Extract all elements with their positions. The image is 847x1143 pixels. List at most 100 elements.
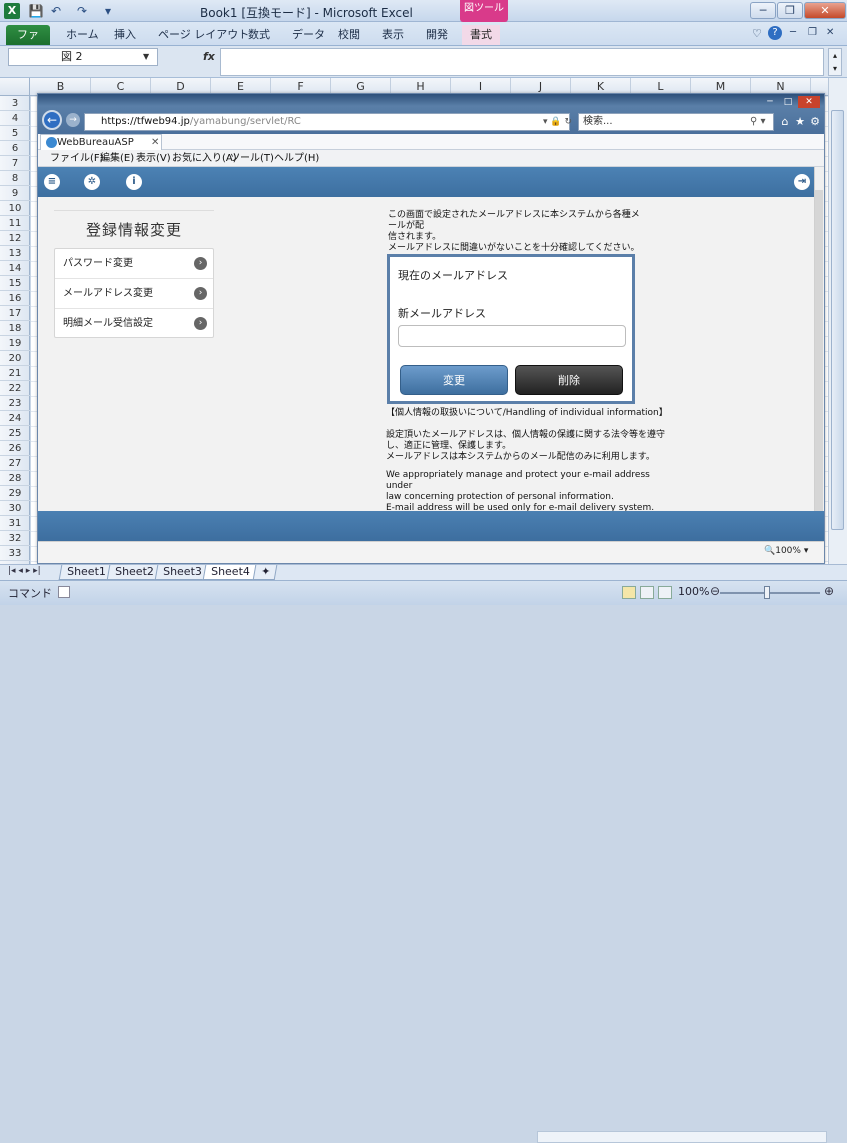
customize-qat-icon[interactable]: ▾ [100,3,116,19]
normal-view-icon[interactable] [622,586,636,599]
horizontal-scrollbar[interactable] [537,1131,827,1143]
new-email-input[interactable] [398,325,626,347]
macro-record-icon[interactable] [58,586,70,598]
undo-icon[interactable]: ↶ [48,3,64,19]
row-header[interactable]: 16 [0,291,30,306]
zoom-level[interactable]: 100% [678,585,709,598]
forward-icon[interactable]: → [66,113,80,127]
menu-item-email-change[interactable]: メールアドレス変更 › [55,279,213,309]
row-header[interactable]: 18 [0,321,30,336]
change-button[interactable]: 変更 [400,365,508,395]
row-header[interactable]: 20 [0,351,30,366]
info-icon[interactable]: i [126,174,142,190]
row-header[interactable]: 3 [0,96,30,111]
menu-icon[interactable]: ≡ [44,174,60,190]
lock-refresh-icon[interactable]: ▾ 🔒 ↻ [543,113,572,131]
menu-tools[interactable]: ツール(T) [230,150,274,167]
row-header[interactable]: 24 [0,411,30,426]
row-header[interactable]: 14 [0,261,30,276]
delete-button[interactable]: 削除 [515,365,623,395]
minimize-button[interactable]: ─ [750,2,776,19]
insert-sheet-icon[interactable]: ✦ [252,565,278,580]
browser-zoom[interactable]: 🔍100% ▾ [764,546,808,556]
menu-item-statement-mail[interactable]: 明細メール受信設定 › [55,309,213,339]
row-header[interactable]: 25 [0,426,30,441]
page-break-view-icon[interactable] [658,586,672,599]
menu-view[interactable]: 表示(V) [136,150,171,167]
name-box[interactable]: 図 2 [8,48,158,66]
zoom-out-icon[interactable]: ⊖ [710,584,720,598]
sheet-nav-arrows-icon[interactable]: |◂ ◂ ▸ ▸| [8,566,41,576]
menu-file[interactable]: ファイル(F) [50,150,104,167]
back-icon[interactable]: ← [42,110,62,130]
row-header[interactable]: 30 [0,501,30,516]
row-header[interactable]: 11 [0,216,30,231]
row-header[interactable]: 5 [0,126,30,141]
formula-bar-expand-icon[interactable]: ▴ ▾ [828,48,842,76]
row-header[interactable]: 4 [0,111,30,126]
embedded-browser-picture[interactable]: ─ □ ✕ ← → https://tfweb94.jp/yamabung/se… [37,93,825,564]
row-header[interactable]: 32 [0,531,30,546]
row-header[interactable]: 12 [0,231,30,246]
browser-tab[interactable]: WebBureauASP ✕ [40,134,162,150]
menu-help[interactable]: ヘルプ(H) [274,150,319,167]
ribbon-collapse-icon[interactable]: ♡ [752,27,762,40]
tab-insert[interactable]: 挿入 [106,25,144,45]
row-header[interactable]: 6 [0,141,30,156]
tab-developer[interactable]: 開発 [418,25,456,45]
maximize-button[interactable]: ❐ [777,2,803,19]
doc-close-icon[interactable]: ✕ [826,27,834,38]
doc-restore-icon[interactable]: ❐ [808,27,817,38]
insert-function-icon[interactable]: fx [203,48,215,66]
row-header[interactable]: 33 [0,546,30,561]
vertical-scroll-thumb[interactable] [831,110,844,530]
tab-view[interactable]: 表示 [374,25,412,45]
row-header[interactable]: 15 [0,276,30,291]
favorites-star-icon[interactable]: ★ [793,114,807,130]
browser-maximize-icon[interactable]: □ [780,96,796,108]
address-bar[interactable]: https://tfweb94.jp/yamabung/servlet/RC [84,113,570,131]
name-box-dropdown-icon[interactable]: ▼ [143,48,149,66]
browser-search-input[interactable]: 検索... [578,113,774,131]
tab-data[interactable]: データ [284,25,333,45]
row-header[interactable]: 17 [0,306,30,321]
sheet-tab[interactable]: Sheet1 [58,565,115,580]
select-all-corner[interactable] [0,78,30,96]
settings-icon[interactable]: ✲ [84,174,100,190]
tab-home[interactable]: ホーム [58,25,107,45]
row-header[interactable]: 10 [0,201,30,216]
help-icon[interactable]: ? [768,26,782,40]
logout-icon[interactable]: ⇥ [794,174,810,190]
row-header[interactable]: 9 [0,186,30,201]
formula-input[interactable] [220,48,824,76]
tab-formulas[interactable]: 数式 [240,25,278,45]
close-button[interactable]: ✕ [804,2,846,19]
tab-file[interactable]: ファイル [6,25,50,61]
tools-gear-icon[interactable]: ⚙ [808,114,822,130]
redo-icon[interactable]: ↷ [74,3,90,19]
browser-minimize-icon[interactable]: ─ [762,96,778,108]
sheet-tab[interactable]: Sheet2 [106,565,163,580]
search-icon[interactable]: ⚲ ▾ [750,113,766,131]
tab-format[interactable]: 書式 [462,25,500,45]
doc-minimize-icon[interactable]: ─ [790,27,796,38]
page-layout-view-icon[interactable] [640,586,654,599]
zoom-slider-handle[interactable] [764,586,770,599]
tab-close-icon[interactable]: ✕ [151,135,159,151]
sheet-tab[interactable]: Sheet3 [154,565,211,580]
row-header[interactable]: 31 [0,516,30,531]
save-icon[interactable]: 💾 [28,3,44,19]
row-header[interactable]: 29 [0,486,30,501]
tab-review[interactable]: 校閲 [330,25,368,45]
row-header[interactable]: 21 [0,366,30,381]
browser-close-icon[interactable]: ✕ [798,96,820,108]
row-header[interactable]: 22 [0,381,30,396]
row-header[interactable]: 8 [0,171,30,186]
row-header[interactable]: 28 [0,471,30,486]
zoom-slider[interactable] [720,592,820,594]
zoom-in-icon[interactable]: ⊕ [824,584,834,598]
excel-logo-icon[interactable]: X [4,3,20,19]
menu-item-password-change[interactable]: パスワード変更 › [55,249,213,279]
row-header[interactable]: 26 [0,441,30,456]
row-header[interactable]: 19 [0,336,30,351]
